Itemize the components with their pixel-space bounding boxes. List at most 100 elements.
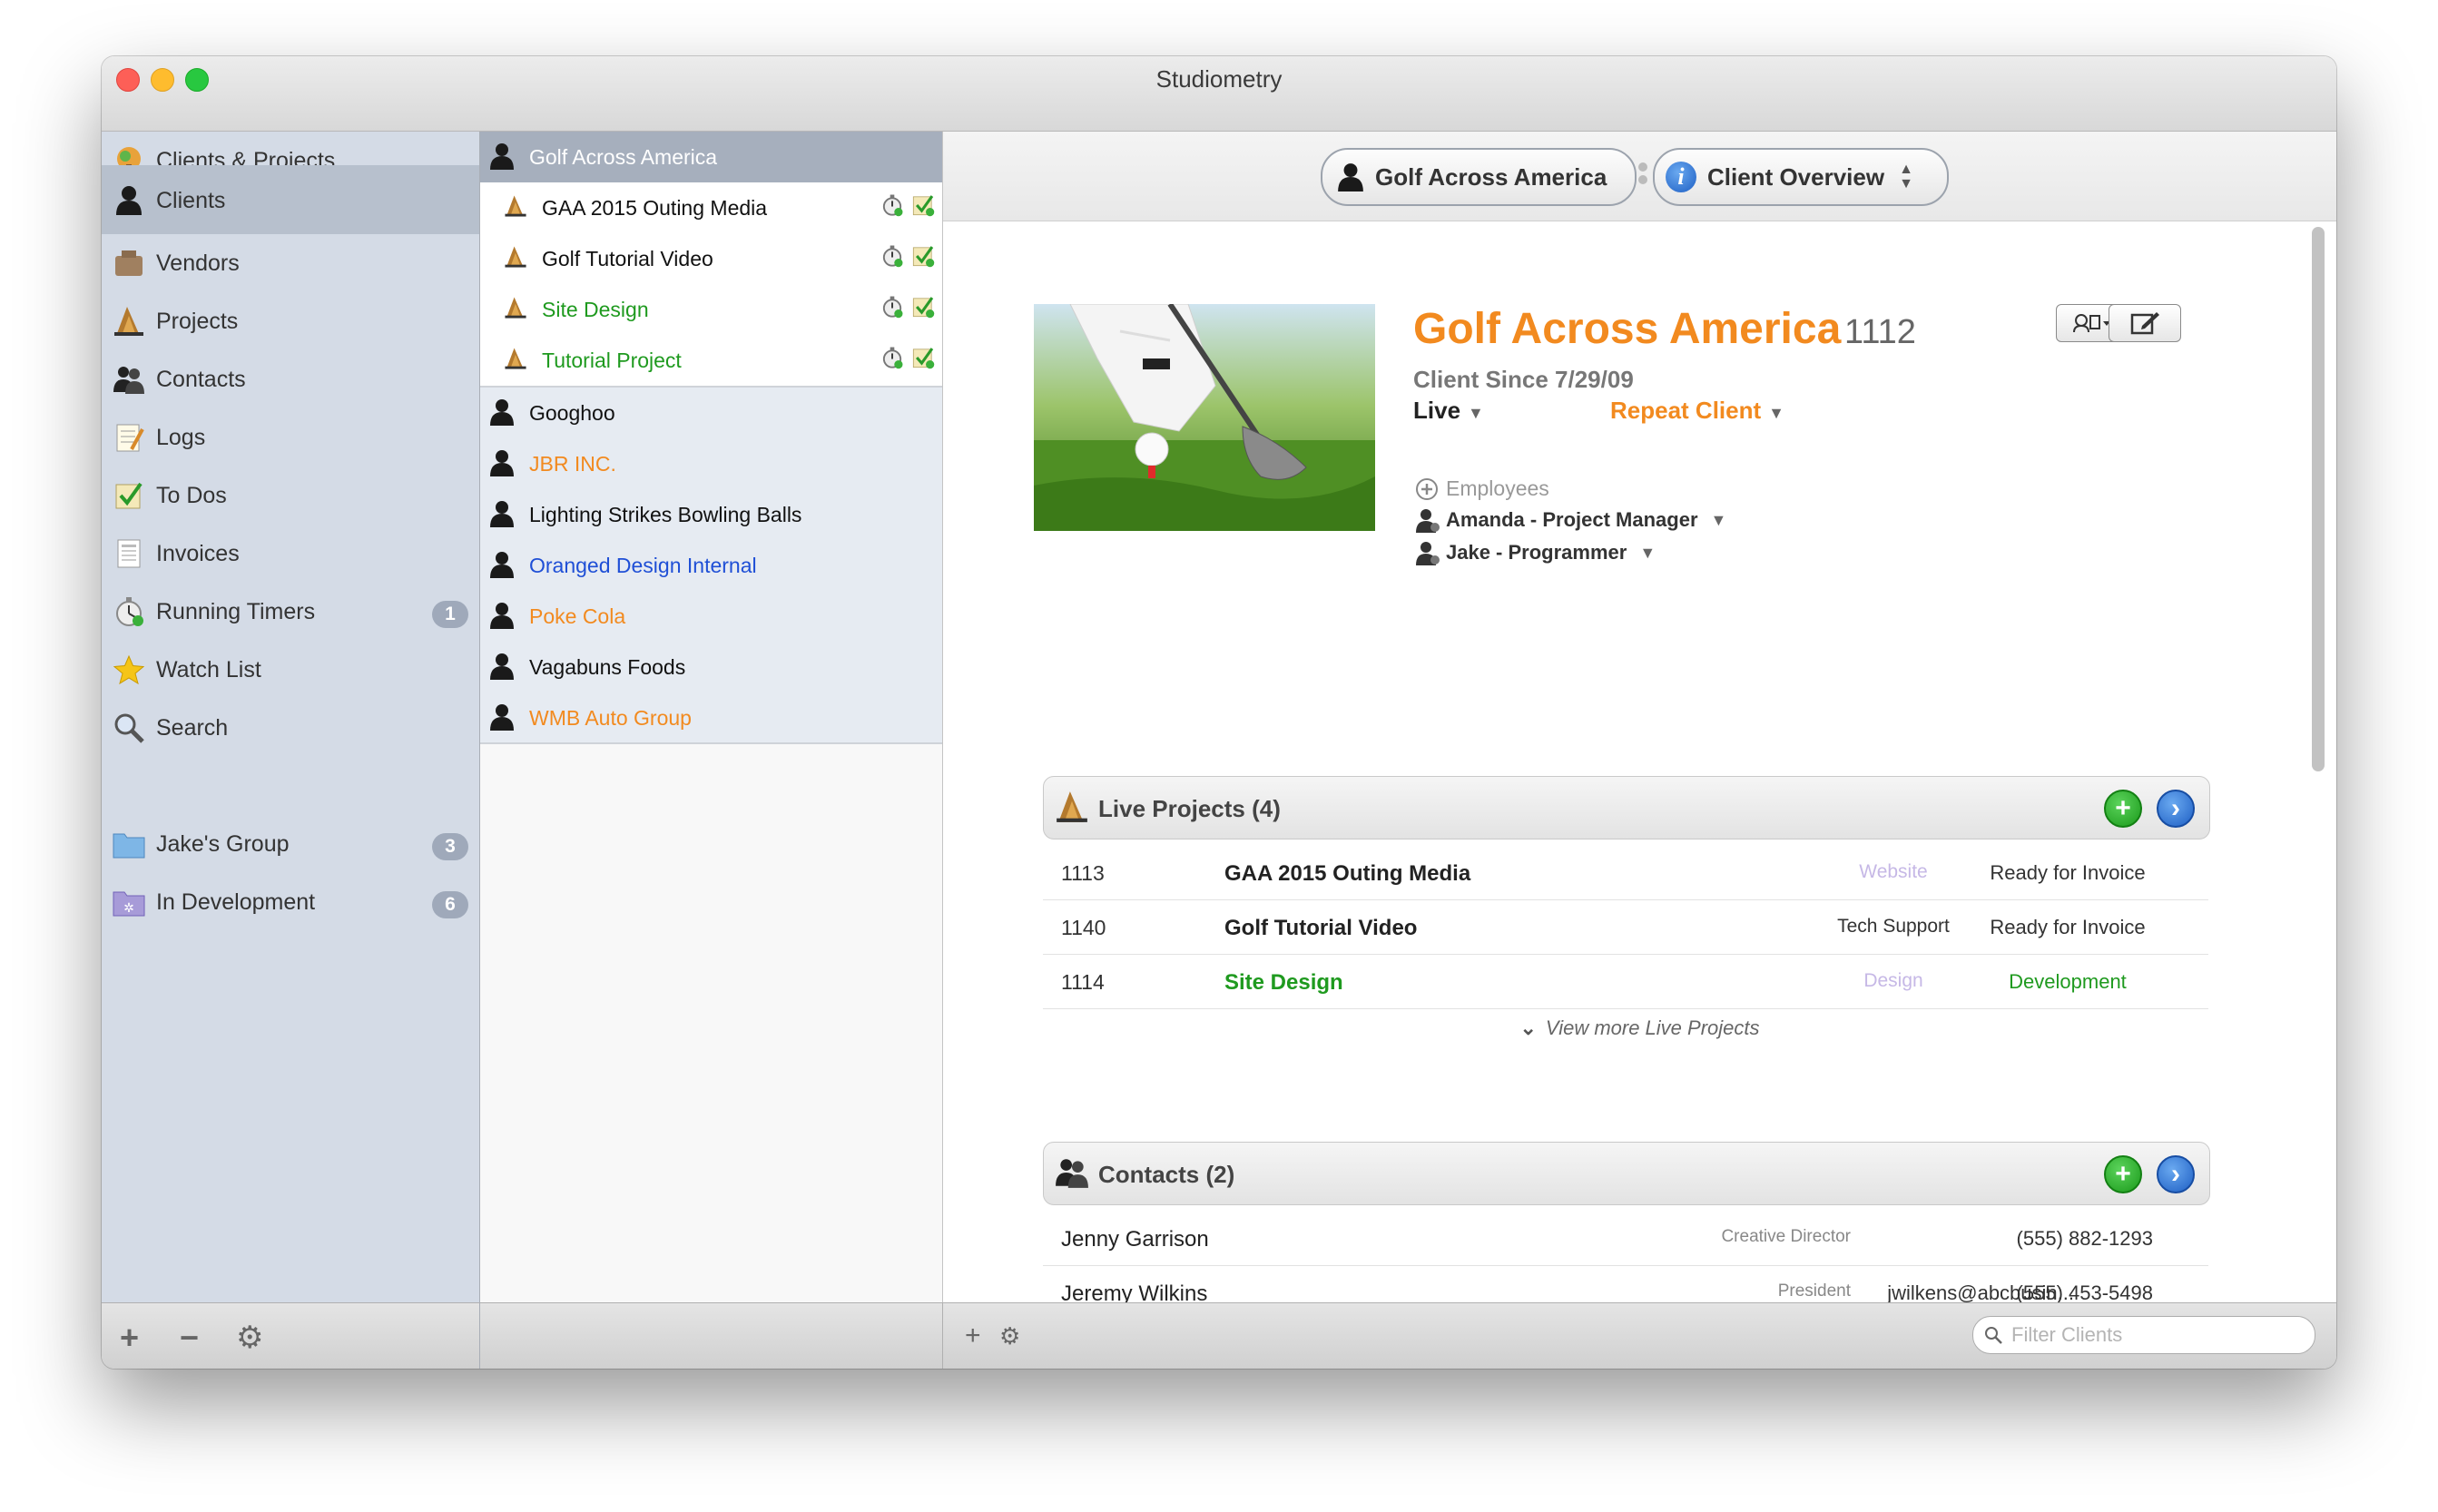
- gear-icon[interactable]: ⚙: [236, 1321, 263, 1354]
- list-item-client[interactable]: WMB Auto Group: [480, 692, 942, 743]
- triangle-down-icon: ▼: [1710, 510, 1727, 529]
- project-status: Ready for Invoice: [1990, 916, 2146, 938]
- sidebar-item-label: Clients: [156, 188, 226, 213]
- sidebar-group-in-development[interactable]: ✲ In Development 6: [102, 873, 479, 931]
- vertical-scrollbar[interactable]: [2312, 227, 2325, 771]
- person-icon: [489, 653, 515, 684]
- remove-button[interactable]: −: [180, 1321, 199, 1354]
- add-contact-button[interactable]: +: [2104, 1155, 2142, 1193]
- updown-chevron-icon: ▲ ▼: [1899, 162, 1913, 191]
- go-projects-button[interactable]: ›: [2157, 790, 2195, 828]
- timer-icon[interactable]: [880, 346, 904, 374]
- projects-icon: [113, 305, 145, 338]
- project-number: 1113: [1061, 861, 1105, 885]
- sidebar-group-jakes-group[interactable]: Jake's Group 3: [102, 815, 479, 873]
- add-button[interactable]: +: [120, 1321, 139, 1354]
- project-type: Design: [1863, 970, 1923, 991]
- person-icon: [489, 449, 515, 481]
- sidebar-item-contacts[interactable]: Contacts: [102, 350, 479, 408]
- sidebar-item-label: Jake's Group: [156, 831, 290, 857]
- triangle-down-icon: ▼: [1768, 404, 1784, 422]
- view-selector-dropdown[interactable]: i Client Overview ▲ ▼: [1653, 148, 1949, 206]
- list-item-client[interactable]: Lighting Strikes Bowling Balls: [480, 489, 942, 540]
- employee-icon: [1415, 540, 1440, 565]
- person-icon: [489, 398, 515, 430]
- count-badge: 1: [432, 601, 468, 628]
- section-title: Live Projects (4): [1098, 795, 1281, 822]
- view-more-projects-link[interactable]: ⌄ View more Live Projects: [943, 1016, 2336, 1040]
- add-project-button[interactable]: +: [2104, 790, 2142, 828]
- list-item-project[interactable]: Golf Tutorial Video: [480, 233, 942, 284]
- add-todo-icon[interactable]: [911, 193, 935, 221]
- project-name: Tutorial Project: [542, 349, 682, 372]
- employee-item[interactable]: Amanda - Project Manager ▼: [1415, 507, 1726, 533]
- list-item-project[interactable]: Tutorial Project: [480, 335, 942, 386]
- sidebar-item-label: Vendors: [156, 250, 240, 276]
- timer-icon[interactable]: [880, 244, 904, 272]
- sidebar-item-to-dos[interactable]: To Dos: [102, 466, 479, 525]
- project-icon: [504, 295, 527, 325]
- table-row[interactable]: 1114 Site Design Design Development: [1043, 954, 2208, 1009]
- list-item-client[interactable]: Googhoo: [480, 388, 942, 438]
- checkbox-icon: [113, 479, 145, 512]
- info-icon: i: [1666, 162, 1696, 192]
- edit-button[interactable]: [2109, 304, 2181, 342]
- go-contacts-button[interactable]: ›: [2157, 1155, 2195, 1193]
- window-title: Studiometry: [1155, 65, 1283, 93]
- table-row[interactable]: Jenny Garrison Creative Director (555) 882…: [1043, 1211, 2208, 1266]
- edit-icon: [2129, 310, 2160, 336]
- person-icon: [489, 602, 515, 633]
- client-breadcrumb-button[interactable]: Golf Across America: [1321, 148, 1637, 206]
- status-dropdown[interactable]: Live ▼: [1413, 397, 1484, 425]
- sidebar-item-invoices[interactable]: Invoices: [102, 525, 479, 583]
- sidebar-item-clients[interactable]: Clients: [102, 165, 479, 234]
- timer-icon[interactable]: [880, 193, 904, 221]
- sidebar-item-label: Search: [156, 715, 229, 741]
- category-dropdown[interactable]: Repeat Client ▼: [1610, 397, 1784, 425]
- detail-header-bar: Golf Across America i Client Overview ▲ ▼: [943, 132, 2336, 221]
- sidebar-item-logs[interactable]: Logs: [102, 408, 479, 466]
- title-bar: Studiometry: [102, 56, 2336, 132]
- project-name: Golf Tutorial Video: [1224, 916, 1418, 940]
- project-name: Golf Tutorial Video: [542, 247, 713, 270]
- add-button[interactable]: +: [965, 1320, 981, 1352]
- timer-icon[interactable]: [880, 295, 904, 323]
- sidebar-item-vendors[interactable]: Vendors: [102, 234, 479, 292]
- sidebar-item-search[interactable]: Search: [102, 699, 479, 757]
- client-number: 1112: [1844, 313, 1916, 351]
- app-window: Studiometry Clients & Projects Clients V…: [102, 56, 2336, 1369]
- project-status: Development: [2009, 970, 2127, 993]
- projects-icon: [1055, 790, 1089, 829]
- add-employee-button[interactable]: Employees: [1415, 476, 1549, 501]
- add-todo-icon[interactable]: [911, 346, 935, 374]
- person-icon: [489, 142, 515, 174]
- person-icon: [489, 551, 515, 583]
- project-number: 1114: [1061, 970, 1105, 994]
- gear-icon[interactable]: ⚙: [999, 1320, 1020, 1352]
- client-photo: [1034, 304, 1375, 531]
- filter-clients-input[interactable]: [2010, 1322, 2286, 1348]
- triangle-down-icon: ▼: [1468, 404, 1484, 422]
- table-row[interactable]: 1113 GAA 2015 Outing Media Website Ready fo…: [1043, 845, 2208, 900]
- add-todo-icon[interactable]: [911, 295, 935, 323]
- list-item-client[interactable]: Vagabuns Foods: [480, 642, 942, 692]
- sidebar-item-watch-list[interactable]: Watch List: [102, 641, 479, 699]
- add-todo-icon[interactable]: [911, 244, 935, 272]
- project-name: GAA 2015 Outing Media: [542, 196, 768, 220]
- list-item-client[interactable]: JBR INC.: [480, 438, 942, 489]
- breadcrumb-separator: [1638, 162, 1647, 190]
- filter-clients-field[interactable]: [1972, 1316, 2315, 1354]
- sidebar-item-running-timers[interactable]: Running Timers 1: [102, 583, 479, 641]
- invoice-icon: [113, 537, 145, 570]
- list-item-project[interactable]: GAA 2015 Outing Media: [480, 182, 942, 233]
- employee-item[interactable]: Jake - Programmer ▼: [1415, 540, 1656, 565]
- list-item-client[interactable]: Poke Cola: [480, 591, 942, 642]
- list-item-selected-client[interactable]: Golf Across America: [480, 132, 942, 182]
- table-row[interactable]: 1140 Golf Tutorial Video Tech Support Ready…: [1043, 899, 2208, 955]
- sidebar-item-projects[interactable]: Projects: [102, 292, 479, 350]
- client-name: Lighting Strikes Bowling Balls: [529, 503, 802, 526]
- double-chevron-down-icon: ⌄: [1519, 1016, 1537, 1039]
- smart-folder-icon: ✲: [113, 886, 145, 918]
- list-item-client[interactable]: Oranged Design Internal: [480, 540, 942, 591]
- list-item-project[interactable]: Site Design: [480, 284, 942, 335]
